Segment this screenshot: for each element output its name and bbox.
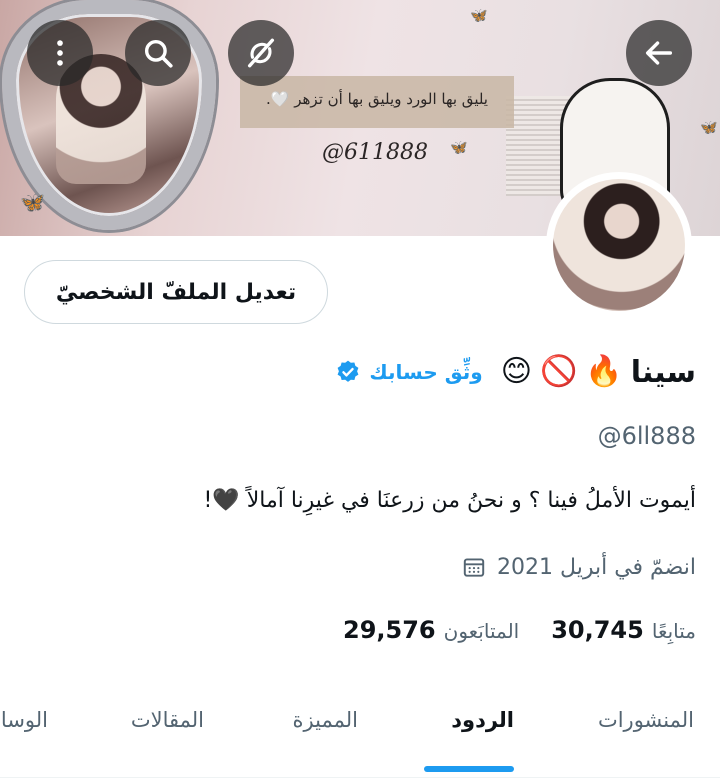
profile-stats: 29,576 المتابَعون 30,745 متابِعًا — [343, 616, 696, 644]
tab-highlights[interactable]: المميزة — [293, 708, 358, 732]
tab-articles[interactable]: المقالات — [131, 708, 204, 732]
following-label: المتابَعون — [443, 619, 520, 643]
more-button[interactable] — [27, 20, 93, 86]
verified-badge-icon — [337, 360, 359, 382]
avatar[interactable] — [546, 172, 692, 318]
banner-handle: @611888 — [322, 140, 428, 165]
smile-emoji: 😊 — [500, 354, 533, 389]
back-button[interactable] — [626, 20, 692, 86]
verify-account-link[interactable]: وثِّق حسابك — [335, 359, 483, 385]
butterfly-icon: 🦋 — [700, 120, 718, 136]
search-icon — [144, 39, 173, 68]
following-stat[interactable]: 29,576 المتابَعون — [343, 616, 519, 644]
profile-bio: أيموت الأملُ فينا ؟ و نحنُ من زرعنَا في … — [203, 488, 697, 513]
back-arrow-icon — [645, 41, 673, 65]
edit-profile-button[interactable]: تعديل الملفّ الشخصيّ — [24, 260, 328, 324]
verify-label: وثِّق حسابك — [369, 360, 483, 384]
active-tab-indicator — [424, 766, 514, 772]
butterfly-icon: 🦋 — [470, 8, 488, 24]
tab-posts[interactable]: المنشورات — [598, 708, 694, 732]
display-name: سينا — [630, 354, 696, 390]
tab-replies[interactable]: الردود — [451, 708, 514, 732]
fire-emoji: 🔥 — [585, 354, 623, 389]
following-count: 29,576 — [343, 616, 436, 644]
more-vertical-icon — [57, 40, 63, 66]
calendar-icon — [463, 558, 485, 577]
no-sync-icon — [247, 38, 275, 68]
joined-text: انضمّ في أبريل 2021 — [497, 554, 696, 580]
prohibited-emoji: 🚫 — [540, 354, 578, 389]
followers-count: 30,745 — [551, 616, 644, 644]
butterfly-icon: 🦋 — [20, 190, 45, 214]
profile-tabs: المنشورات الردود المميزة المقالات الوسائ… — [0, 690, 720, 778]
search-button[interactable] — [125, 20, 191, 86]
disconnect-button[interactable] — [228, 20, 294, 86]
tab-media[interactable]: الوسائط — [0, 708, 48, 732]
joined-date: انضمّ في أبريل 2021 — [461, 554, 696, 580]
banner-quote: يليق بها الورد ويليق بها أن تزهر 🤍. — [266, 90, 488, 108]
avatar-image — [553, 179, 685, 311]
followers-stat[interactable]: 30,745 متابِعًا — [551, 616, 696, 644]
followers-label: متابِعًا — [651, 619, 696, 643]
profile-handle: @6ll888 — [597, 422, 696, 450]
name-row: سينا 🔥 🚫 😊 وثِّق حسابك — [335, 344, 696, 400]
butterfly-icon: 🦋 — [450, 140, 468, 156]
